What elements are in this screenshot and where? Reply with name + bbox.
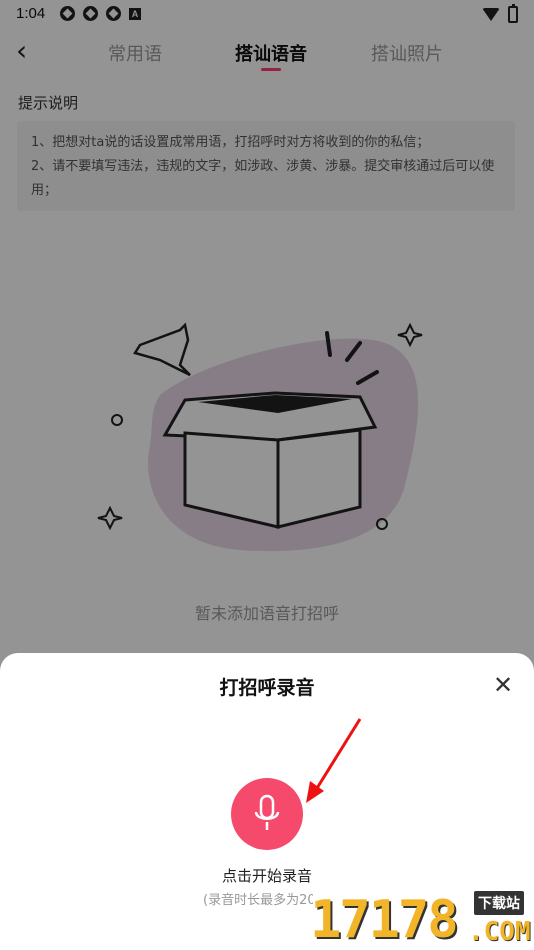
record-start-label: 点击开始录音 (221, 867, 312, 885)
watermark-suffix: .COM (468, 917, 531, 947)
record-duration-hint: (录音时长最多为20 (203, 893, 313, 908)
microphone-icon (254, 794, 280, 830)
sheet-title: 打招呼录音 (219, 677, 315, 699)
record-button[interactable] (231, 778, 303, 850)
pointer-arrow-annotation (306, 718, 362, 803)
close-icon[interactable]: ✕ (491, 673, 515, 697)
watermark-logo: 17178 下载站 .COM (310, 885, 534, 950)
watermark-number: 17178 (310, 890, 459, 950)
watermark-tag: 下载站 (474, 891, 524, 915)
